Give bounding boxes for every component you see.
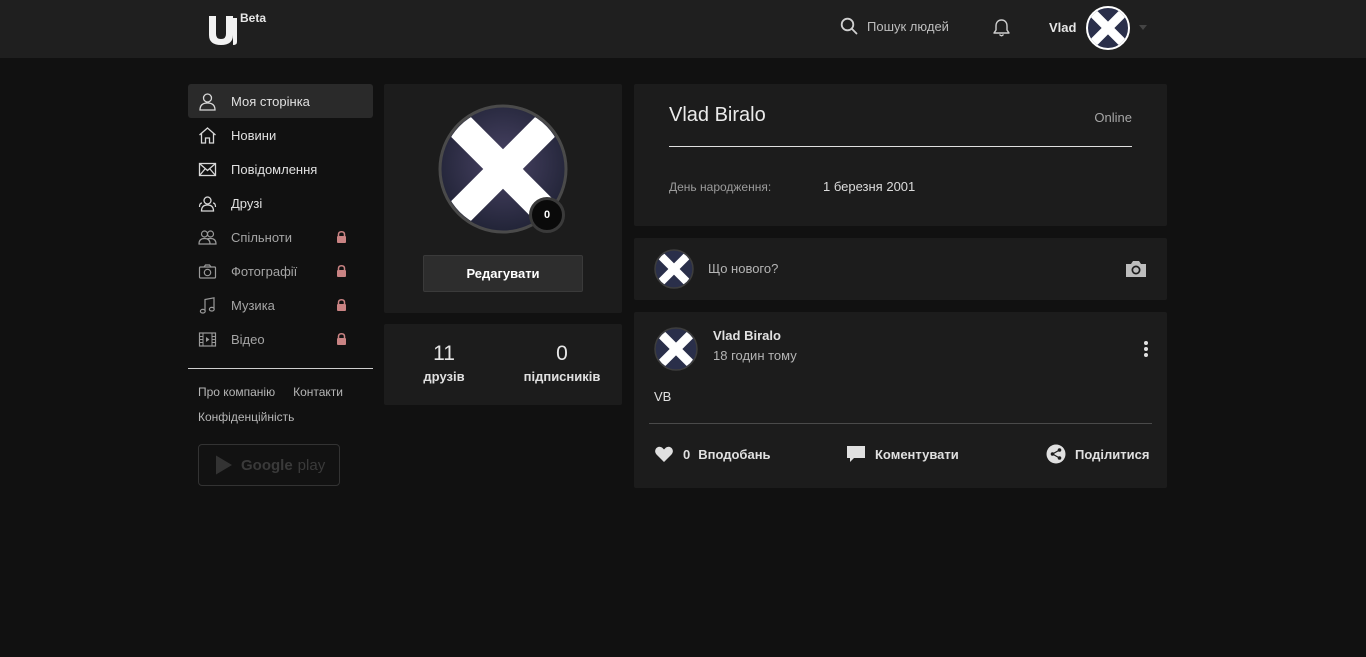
birthday-value: 1 березня 2001	[823, 179, 916, 194]
sidebar-item-label: Друзі	[231, 195, 263, 211]
camera-icon[interactable]	[1124, 259, 1148, 279]
friends-icon	[198, 195, 217, 212]
post-input[interactable]: Що нового?	[708, 261, 778, 276]
user-icon	[199, 92, 216, 111]
sidebar-item-music[interactable]: Музика	[188, 288, 373, 322]
header-user-name[interactable]: Vlad	[1049, 20, 1076, 35]
comment-label: Коментувати	[875, 446, 959, 462]
like-label: Вподобань	[698, 446, 771, 462]
compose-avatar	[654, 249, 694, 289]
info-card: Vlad Biralo Online День народження: 1 бе…	[634, 84, 1167, 226]
share-icon	[1046, 444, 1066, 464]
google-play-word: play	[297, 456, 326, 474]
compose-card: Що нового?	[634, 238, 1167, 300]
likes-count: 0	[683, 446, 691, 462]
sidebar-item-label: Фотографії	[231, 263, 298, 279]
sidebar-item-friends[interactable]: Друзі	[188, 186, 373, 220]
followers-stat[interactable]: 0 підписників	[522, 342, 602, 384]
film-icon	[198, 331, 217, 347]
google-play-brand: Google	[241, 456, 293, 474]
notifications-badge[interactable]: 0	[529, 197, 565, 233]
comment-button[interactable]: Коментувати	[846, 444, 959, 464]
sidebar-item-communities[interactable]: Спільноти	[188, 220, 373, 254]
post-author[interactable]: Vlad Biralo	[713, 328, 781, 343]
envelope-icon	[198, 162, 217, 176]
google-play-button[interactable]: Google play	[198, 444, 340, 486]
online-status: Online	[1094, 110, 1132, 125]
profile-name: Vlad Biralo	[669, 104, 766, 126]
heart-icon	[655, 446, 673, 462]
sidebar-item-label: Моя сторінка	[231, 93, 310, 109]
search-label: Пошук людей	[867, 18, 949, 34]
post-divider	[649, 423, 1152, 424]
lock-icon	[337, 231, 346, 243]
about-link[interactable]: Про компанію	[198, 385, 275, 399]
search-icon	[840, 17, 858, 35]
birthday-label: День народження:	[669, 180, 772, 194]
play-store-icon	[216, 455, 232, 475]
music-note-icon	[199, 296, 215, 314]
sidebar-item-news[interactable]: Новини	[188, 118, 373, 152]
profile-card: VB 0 Редагувати	[384, 84, 622, 313]
friends-caption: друзів	[423, 369, 465, 384]
contacts-link[interactable]: Контакти	[293, 385, 343, 399]
friends-stat[interactable]: 11 друзів	[414, 342, 474, 384]
info-divider	[669, 146, 1132, 147]
footer-links: Про компанію Контакти Конфіденційність	[188, 380, 373, 430]
comment-icon	[847, 446, 865, 462]
home-icon	[199, 126, 216, 144]
header-avatar[interactable]	[1086, 6, 1130, 50]
beta-badge: Beta	[240, 11, 267, 25]
top-bar: Beta Пошук людей Vlad	[0, 0, 1366, 58]
sidebar-item-messages[interactable]: Повідомлення	[188, 152, 373, 186]
sidebar-item-label: Новини	[231, 127, 277, 143]
sidebar-item-my-page[interactable]: Моя сторінка	[188, 84, 373, 118]
share-label: Поділитися	[1075, 446, 1150, 462]
post-card: Vlad Biralo 18 годин тому VB 0 Вподобань…	[634, 312, 1167, 488]
post-timestamp: 18 годин тому	[713, 348, 797, 363]
post-text: VB	[654, 389, 672, 404]
sidebar-divider	[188, 368, 373, 369]
lock-icon	[337, 299, 346, 311]
sidebar-item-video[interactable]: Відео	[188, 322, 373, 356]
camera-icon	[198, 263, 217, 279]
friends-count: 11	[433, 342, 455, 365]
lock-icon	[337, 333, 346, 345]
like-button[interactable]: 0 Вподобань	[654, 444, 771, 464]
more-options-icon[interactable]	[1142, 340, 1150, 358]
sidebar-item-photos[interactable]: Фотографії	[188, 254, 373, 288]
community-icon	[198, 229, 217, 245]
logo[interactable]	[206, 12, 240, 46]
people-search[interactable]: Пошук людей	[840, 17, 949, 35]
share-button[interactable]: Поділитися	[1046, 444, 1149, 464]
sidebar-item-label: Повідомлення	[231, 161, 318, 177]
chevron-down-icon[interactable]	[1139, 25, 1147, 30]
lock-icon	[337, 265, 346, 277]
bell-icon[interactable]	[992, 18, 1011, 38]
followers-count: 0	[556, 342, 568, 365]
followers-caption: підписників	[523, 369, 601, 384]
sidebar-item-label: Відео	[231, 331, 265, 347]
post-author-avatar[interactable]	[654, 327, 698, 371]
sidebar: Моя сторінка Новини Повідомлення Друзі С…	[188, 84, 373, 486]
privacy-link[interactable]: Конфіденційність	[198, 410, 294, 424]
edit-profile-button[interactable]: Редагувати	[423, 255, 583, 292]
stats-card: 11 друзів 0 підписників	[384, 324, 622, 405]
sidebar-item-label: Музика	[231, 297, 275, 313]
sidebar-item-label: Спільноти	[231, 229, 293, 245]
